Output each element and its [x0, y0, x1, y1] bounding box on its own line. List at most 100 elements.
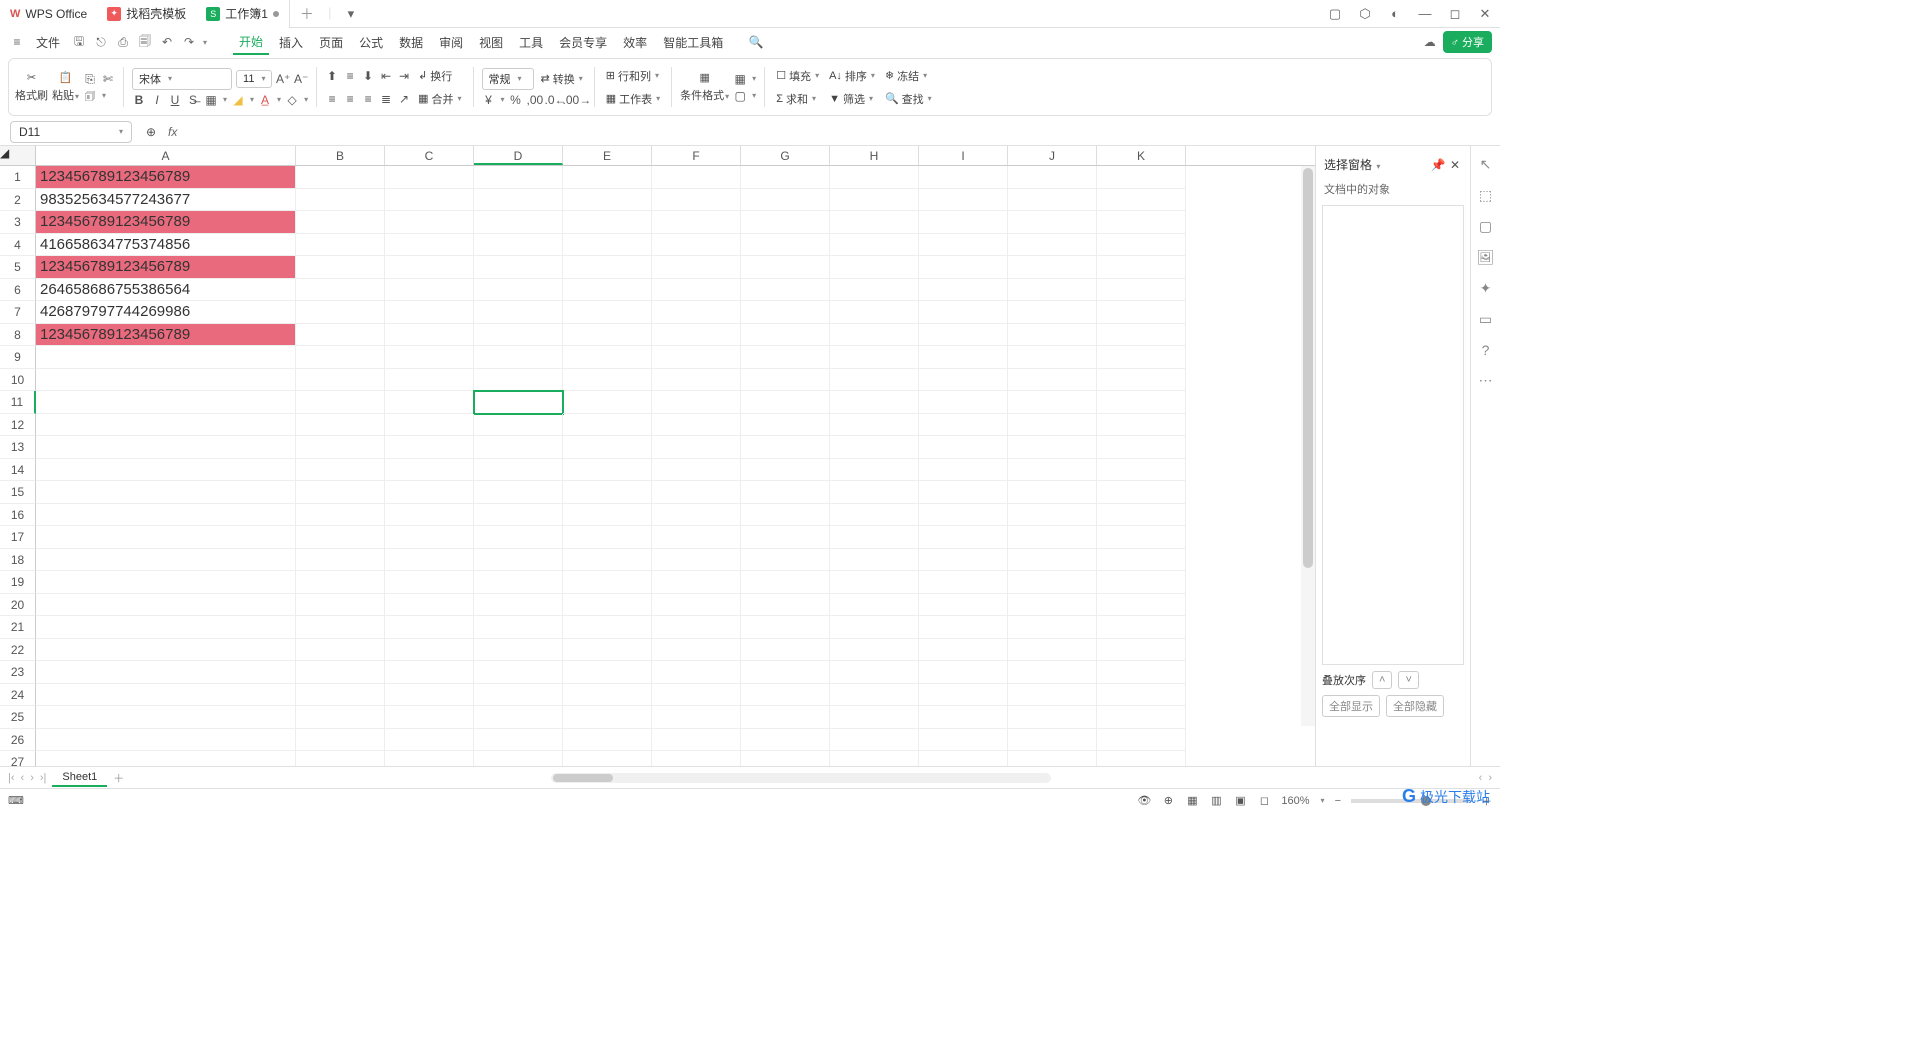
- cell[interactable]: [830, 391, 919, 414]
- cell[interactable]: [830, 256, 919, 279]
- cell[interactable]: [1008, 459, 1097, 482]
- menu-home[interactable]: 开始: [233, 30, 269, 55]
- cell[interactable]: [1008, 594, 1097, 617]
- cell[interactable]: [830, 459, 919, 482]
- cell[interactable]: [830, 616, 919, 639]
- cell[interactable]: [830, 549, 919, 572]
- indent-increase-icon[interactable]: ⇥: [397, 69, 411, 83]
- cell[interactable]: [1097, 459, 1186, 482]
- cell[interactable]: [741, 729, 830, 752]
- col-header-C[interactable]: C: [385, 146, 474, 165]
- cell[interactable]: [652, 256, 741, 279]
- number-format-select[interactable]: 常规▾: [482, 68, 534, 90]
- status-mode-icon[interactable]: ⌨: [8, 794, 22, 808]
- cell[interactable]: [474, 729, 563, 752]
- cell[interactable]: [741, 481, 830, 504]
- cell[interactable]: [474, 571, 563, 594]
- cell[interactable]: [652, 706, 741, 729]
- cell[interactable]: [652, 594, 741, 617]
- cell[interactable]: [563, 639, 652, 662]
- cell[interactable]: [741, 706, 830, 729]
- row-header[interactable]: 11: [0, 391, 36, 414]
- cell[interactable]: [1097, 369, 1186, 392]
- indent-decrease-icon[interactable]: ⇤: [379, 69, 393, 83]
- cell[interactable]: [296, 459, 385, 482]
- cell[interactable]: [652, 661, 741, 684]
- cell[interactable]: [652, 526, 741, 549]
- cell[interactable]: [652, 324, 741, 347]
- cell[interactable]: [385, 256, 474, 279]
- cell[interactable]: [1008, 504, 1097, 527]
- cell[interactable]: [296, 661, 385, 684]
- merge-button[interactable]: ▦ 合并▾: [415, 89, 464, 109]
- menu-view[interactable]: 视图: [473, 31, 509, 54]
- cell[interactable]: [830, 211, 919, 234]
- cell[interactable]: [1008, 751, 1097, 766]
- cell[interactable]: [1097, 324, 1186, 347]
- cell[interactable]: [474, 256, 563, 279]
- cell[interactable]: [1097, 684, 1186, 707]
- cell[interactable]: [919, 549, 1008, 572]
- row-header[interactable]: 26: [0, 729, 36, 752]
- search-icon[interactable]: 🔍: [747, 35, 765, 49]
- avatar-icon[interactable]: ◐: [1380, 6, 1410, 21]
- cell[interactable]: [563, 729, 652, 752]
- cell[interactable]: [474, 211, 563, 234]
- cell[interactable]: [830, 684, 919, 707]
- cell[interactable]: [830, 594, 919, 617]
- cell[interactable]: [385, 706, 474, 729]
- cell[interactable]: [474, 481, 563, 504]
- cell[interactable]: [385, 616, 474, 639]
- panel-close-icon[interactable]: ✕: [1448, 158, 1462, 172]
- cell[interactable]: [474, 639, 563, 662]
- cell[interactable]: [385, 211, 474, 234]
- cell[interactable]: [474, 414, 563, 437]
- menu-review[interactable]: 审阅: [433, 31, 469, 54]
- menu-file[interactable]: 文件: [30, 31, 66, 54]
- cell[interactable]: [652, 549, 741, 572]
- row-header[interactable]: 24: [0, 684, 36, 707]
- cell[interactable]: [1097, 594, 1186, 617]
- cell[interactable]: [741, 279, 830, 302]
- cell[interactable]: [474, 684, 563, 707]
- cell[interactable]: [919, 684, 1008, 707]
- cell[interactable]: [474, 616, 563, 639]
- cell[interactable]: [296, 256, 385, 279]
- cell[interactable]: [919, 706, 1008, 729]
- horizontal-scrollbar[interactable]: [130, 773, 1472, 783]
- cell[interactable]: [563, 526, 652, 549]
- cell[interactable]: [385, 189, 474, 212]
- cell[interactable]: [296, 301, 385, 324]
- cell[interactable]: [1008, 639, 1097, 662]
- cell[interactable]: [36, 346, 296, 369]
- cell[interactable]: [36, 661, 296, 684]
- cell[interactable]: [296, 526, 385, 549]
- cell[interactable]: [474, 166, 563, 189]
- cell[interactable]: [1097, 706, 1186, 729]
- italic-icon[interactable]: I: [150, 93, 164, 107]
- col-header-B[interactable]: B: [296, 146, 385, 165]
- sheet-tab[interactable]: Sheet1: [52, 769, 107, 787]
- cell[interactable]: [919, 189, 1008, 212]
- cell[interactable]: [919, 211, 1008, 234]
- cell[interactable]: [474, 549, 563, 572]
- row-header[interactable]: 4: [0, 234, 36, 257]
- cell[interactable]: [563, 684, 652, 707]
- cell[interactable]: [1097, 729, 1186, 752]
- cell[interactable]: [385, 684, 474, 707]
- cell[interactable]: 123456789123456789: [36, 166, 296, 189]
- cell[interactable]: [830, 346, 919, 369]
- cell[interactable]: [741, 256, 830, 279]
- window-maximize-button[interactable]: ◻: [1440, 6, 1470, 22]
- cell[interactable]: [1097, 436, 1186, 459]
- print-icon[interactable]: ⎙: [114, 35, 132, 50]
- share-button[interactable]: ♂ 分享: [1443, 31, 1492, 53]
- cell[interactable]: [474, 324, 563, 347]
- filter-button[interactable]: ▼ 筛选▾: [826, 89, 878, 109]
- cell[interactable]: [296, 346, 385, 369]
- cell[interactable]: [296, 504, 385, 527]
- decrease-decimal-icon[interactable]: .0←: [545, 93, 559, 107]
- row-header[interactable]: 16: [0, 504, 36, 527]
- cell[interactable]: [385, 526, 474, 549]
- cell[interactable]: [741, 661, 830, 684]
